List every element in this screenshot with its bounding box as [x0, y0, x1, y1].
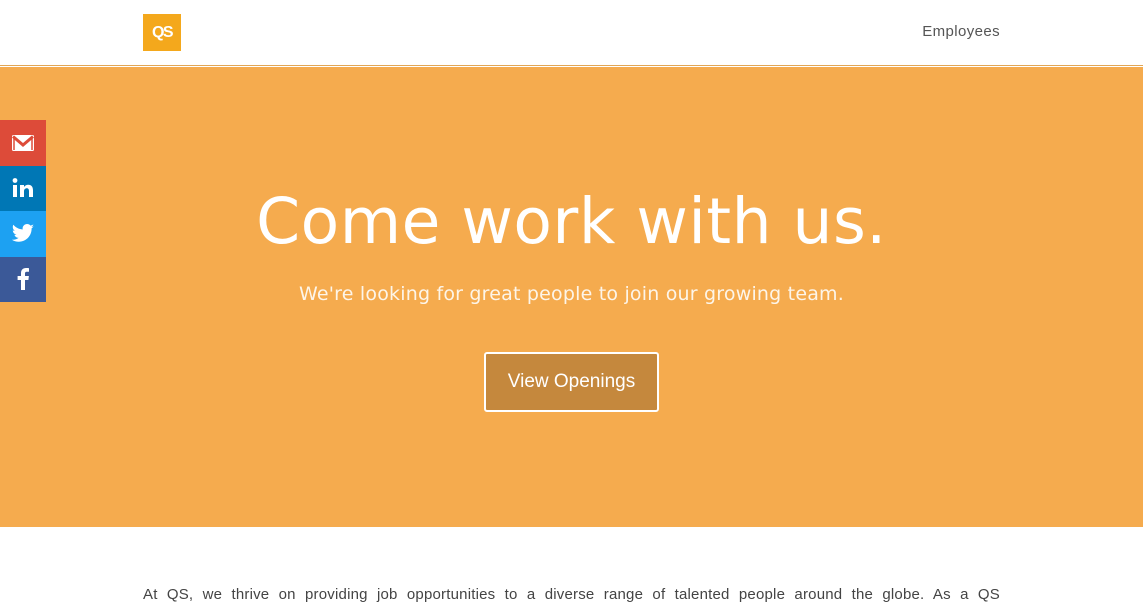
hero-title: Come work with us.: [256, 185, 887, 258]
site-header: QS Employees: [0, 0, 1143, 66]
view-openings-button[interactable]: View Openings: [484, 352, 659, 412]
hero-subtitle: We're looking for great people to join o…: [298, 283, 844, 305]
intro-paragraph: At QS, we thrive on providing job opport…: [143, 586, 1000, 603]
facebook-icon: [17, 268, 29, 291]
linkedin-icon: [12, 178, 33, 198]
social-share-bar: [0, 120, 46, 302]
gmail-share-button[interactable]: [0, 120, 46, 166]
linkedin-share-button[interactable]: [0, 165, 46, 211]
facebook-share-button[interactable]: [0, 256, 46, 302]
nav-link-employees[interactable]: Employees: [922, 23, 1000, 40]
twitter-icon: [11, 223, 34, 242]
qs-logo[interactable]: QS: [143, 14, 181, 51]
twitter-share-button[interactable]: [0, 211, 46, 257]
hero-section: Come work with us. We're looking for gre…: [0, 67, 1143, 527]
gmail-icon: [12, 134, 34, 151]
